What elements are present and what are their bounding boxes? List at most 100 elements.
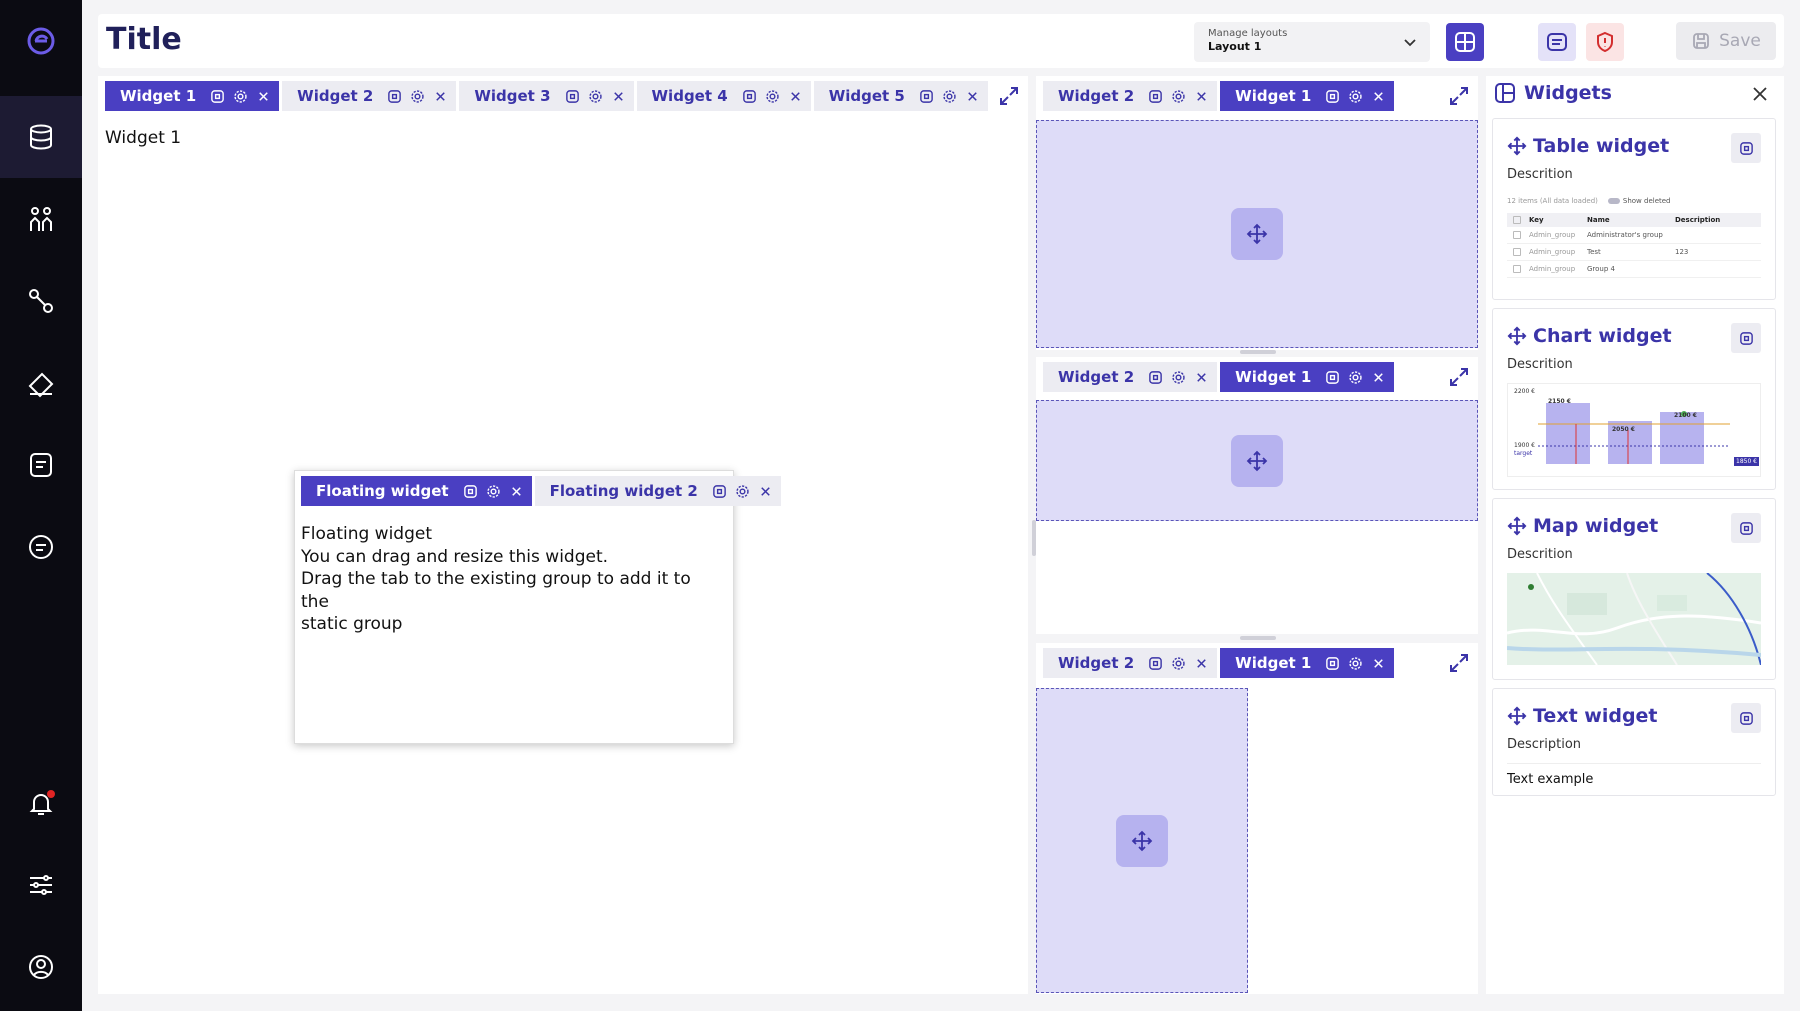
sidebar-item-eraser[interactable]: [0, 342, 82, 424]
popout-icon[interactable]: [1148, 89, 1163, 104]
add-widget-button[interactable]: [1731, 133, 1761, 163]
settings-icon[interactable]: [735, 484, 750, 499]
drop-zone[interactable]: [1036, 120, 1478, 348]
table-row: Admin_group Administrator's group: [1507, 227, 1761, 244]
expand-icon[interactable]: [1448, 366, 1470, 388]
table-cell: Admin_group: [1529, 265, 1576, 273]
chart-y-top-label: 2200 €: [1514, 388, 1535, 395]
sidebar-item-profile[interactable]: [0, 926, 82, 1008]
settings-icon[interactable]: [233, 89, 248, 104]
database-icon: [30, 124, 52, 150]
settings-icon[interactable]: [1348, 656, 1363, 671]
drag-handle[interactable]: [1116, 815, 1168, 867]
layout-grid-button[interactable]: [1446, 23, 1484, 61]
popout-icon[interactable]: [1325, 89, 1340, 104]
popout-icon[interactable]: [919, 89, 934, 104]
expand-icon[interactable]: [998, 85, 1020, 107]
tab-floating-widget-2[interactable]: Floating widget 2: [534, 476, 781, 506]
close-icon[interactable]: [1194, 89, 1209, 104]
add-widget-button[interactable]: [1731, 703, 1761, 733]
tab-widget-1[interactable]: Widget 1: [1220, 648, 1395, 678]
popout-icon[interactable]: [1325, 370, 1340, 385]
close-icon[interactable]: [611, 89, 626, 104]
tab-widget-2[interactable]: Widget 2: [1043, 362, 1218, 392]
chevron-down-icon: [1404, 39, 1416, 47]
popout-icon[interactable]: [1148, 656, 1163, 671]
messages-button[interactable]: [1538, 23, 1576, 61]
drag-handle[interactable]: [1231, 435, 1283, 487]
widget-card-map[interactable]: Map widget Descrition: [1492, 498, 1776, 680]
popout-icon[interactable]: [463, 484, 478, 499]
document-icon: [30, 453, 52, 477]
drag-handle[interactable]: [1231, 208, 1283, 260]
tab-label: Widget 1: [1235, 368, 1312, 386]
close-icon[interactable]: [1371, 370, 1386, 385]
sidebar-item-settings[interactable]: [0, 844, 82, 926]
horizontal-splitter[interactable]: [1240, 636, 1276, 640]
popout-icon[interactable]: [210, 89, 225, 104]
drop-zone[interactable]: [1036, 400, 1478, 521]
popout-icon: [1739, 711, 1753, 725]
sidebar-item-document[interactable]: [0, 424, 82, 506]
tab-widget-1[interactable]: Widget 1: [1220, 362, 1395, 392]
tab-widget-1[interactable]: Widget 1: [105, 81, 280, 111]
add-widget-button[interactable]: [1731, 323, 1761, 353]
close-icon[interactable]: [788, 89, 803, 104]
horizontal-splitter[interactable]: [1240, 350, 1276, 354]
popout-icon: [1739, 331, 1753, 345]
layout-select[interactable]: Manage layouts Layout 1: [1194, 22, 1430, 62]
tab-widget-4[interactable]: Widget 4: [636, 81, 811, 111]
sidebar-item-database[interactable]: [0, 96, 82, 178]
popout-icon[interactable]: [565, 89, 580, 104]
settings-icon[interactable]: [1171, 656, 1186, 671]
popout-icon[interactable]: [1148, 370, 1163, 385]
settings-icon[interactable]: [486, 484, 501, 499]
floating-widget[interactable]: Floating widget Floating widget 2 Floati…: [294, 470, 781, 744]
settings-icon[interactable]: [588, 89, 603, 104]
settings-icon[interactable]: [1348, 89, 1363, 104]
widget-card-chart[interactable]: Chart widget Descrition 2200 € 1900 € ta…: [1492, 308, 1776, 490]
settings-icon[interactable]: [1348, 370, 1363, 385]
floating-line: You can drag and resize this widget.: [301, 546, 609, 567]
popout-icon[interactable]: [712, 484, 727, 499]
expand-icon[interactable]: [1448, 85, 1470, 107]
tab-widget-3[interactable]: Widget 3: [459, 81, 634, 111]
add-widget-button[interactable]: [1731, 513, 1761, 543]
tab-widget-1[interactable]: Widget 1: [1220, 81, 1395, 111]
close-icon[interactable]: [509, 484, 524, 499]
tab-widget-2[interactable]: Widget 2: [1043, 648, 1218, 678]
sidebar-item-notifications[interactable]: [0, 762, 82, 844]
popout-icon[interactable]: [387, 89, 402, 104]
close-icon[interactable]: [1194, 370, 1209, 385]
tab-widget-2[interactable]: Widget 2: [1043, 81, 1218, 111]
floating-line: Drag the tab to the existing group to ad…: [301, 569, 691, 612]
settings-icon[interactable]: [1171, 370, 1186, 385]
expand-icon[interactable]: [1448, 652, 1470, 674]
popout-icon[interactable]: [742, 89, 757, 104]
close-icon[interactable]: [1750, 84, 1770, 104]
widget-card-table[interactable]: Table widget Descrition 12 items (All da…: [1492, 118, 1776, 300]
close-icon[interactable]: [433, 89, 448, 104]
close-icon[interactable]: [1371, 656, 1386, 671]
close-icon[interactable]: [1194, 656, 1209, 671]
settings-icon[interactable]: [942, 89, 957, 104]
settings-icon[interactable]: [765, 89, 780, 104]
popout-icon[interactable]: [1325, 656, 1340, 671]
tab-widget-2[interactable]: Widget 2: [282, 81, 457, 111]
tab-widget-5[interactable]: Widget 5: [813, 81, 988, 111]
close-icon[interactable]: [1371, 89, 1386, 104]
close-icon[interactable]: [758, 484, 773, 499]
close-icon[interactable]: [965, 89, 980, 104]
widget-card-text[interactable]: Text widget Description Text example: [1492, 688, 1776, 796]
alert-button[interactable]: [1586, 23, 1624, 61]
settings-icon[interactable]: [1171, 89, 1186, 104]
close-icon[interactable]: [256, 89, 271, 104]
save-button[interactable]: Save: [1676, 22, 1776, 60]
sidebar-item-users[interactable]: [0, 178, 82, 260]
settings-icon[interactable]: [410, 89, 425, 104]
tab-floating-widget[interactable]: Floating widget: [301, 476, 532, 506]
logo[interactable]: [0, 0, 82, 82]
drop-zone[interactable]: [1036, 688, 1248, 993]
sidebar-item-route[interactable]: [0, 260, 82, 342]
sidebar-item-chat[interactable]: [0, 506, 82, 588]
